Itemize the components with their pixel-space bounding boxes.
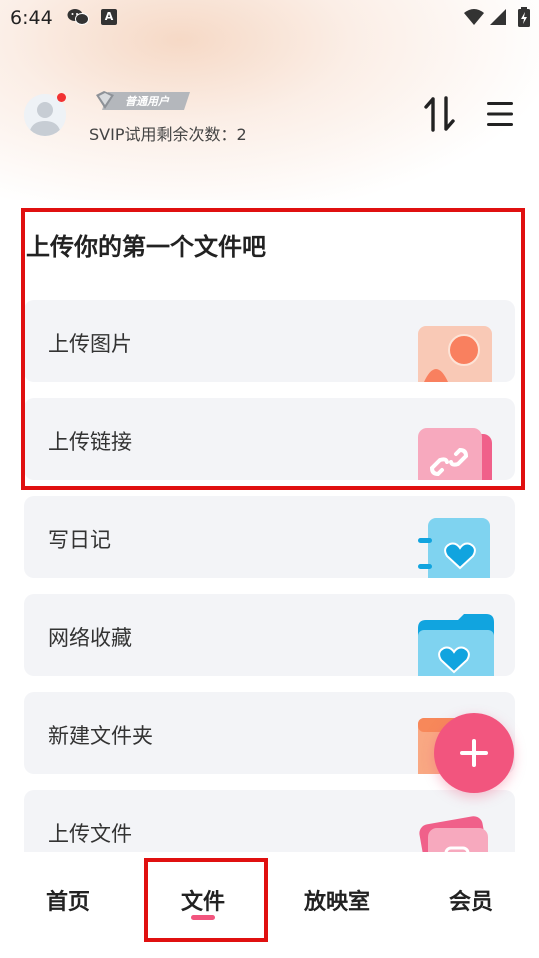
nav-item-screening-room[interactable]: 放映室 (287, 884, 387, 916)
write-diary-card[interactable]: 写日记 (24, 496, 515, 578)
notification-dot (57, 93, 66, 102)
status-time: 6:44 (10, 7, 53, 29)
nav-item-membership[interactable]: 会员 (421, 884, 521, 916)
card-label: 网络收藏 (48, 626, 132, 650)
bottom-nav: 首页 文件 放映室 会员 (0, 852, 539, 958)
add-button[interactable] (434, 713, 514, 793)
a-icon: A (101, 9, 117, 25)
menu-icon[interactable] (486, 100, 514, 128)
highlight-box-upload (21, 208, 525, 490)
web-favorites-card[interactable]: 网络收藏 (24, 594, 515, 676)
wechat-icon (67, 9, 89, 25)
sort-icon[interactable] (424, 96, 456, 132)
favorite-folder-icon (418, 614, 494, 676)
battery-icon (518, 7, 530, 27)
card-label: 写日记 (48, 528, 111, 552)
diary-icon (418, 518, 490, 578)
svip-remaining-text: SVIP试用剩余次数：2 (89, 125, 247, 144)
card-label: 新建文件夹 (48, 724, 153, 748)
signal-icon (490, 9, 506, 25)
highlight-box-files-tab (144, 858, 268, 942)
status-bar: 6:44 A (0, 0, 539, 36)
badge-label: 普通用户 (125, 95, 169, 108)
card-label: 上传文件 (48, 822, 132, 846)
nav-item-home[interactable]: 首页 (18, 884, 118, 916)
wifi-icon (464, 9, 484, 25)
